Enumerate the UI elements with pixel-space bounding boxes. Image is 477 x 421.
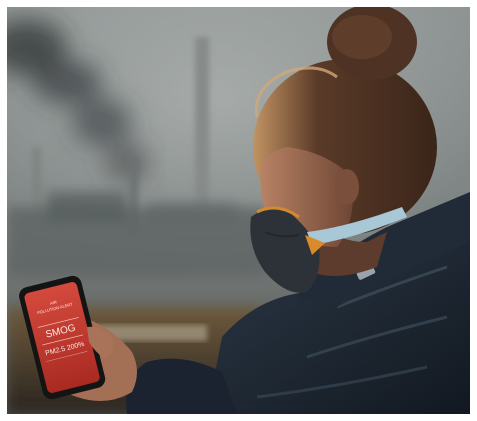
photo-frame: AIR POLLUTION ALERT SMOG PM2.5 200% xyxy=(7,7,470,414)
hair-bun-highlight xyxy=(332,15,392,59)
chimney xyxy=(195,37,209,227)
ear xyxy=(335,169,359,205)
smog-photo: AIR POLLUTION ALERT SMOG PM2.5 200% xyxy=(7,7,470,414)
